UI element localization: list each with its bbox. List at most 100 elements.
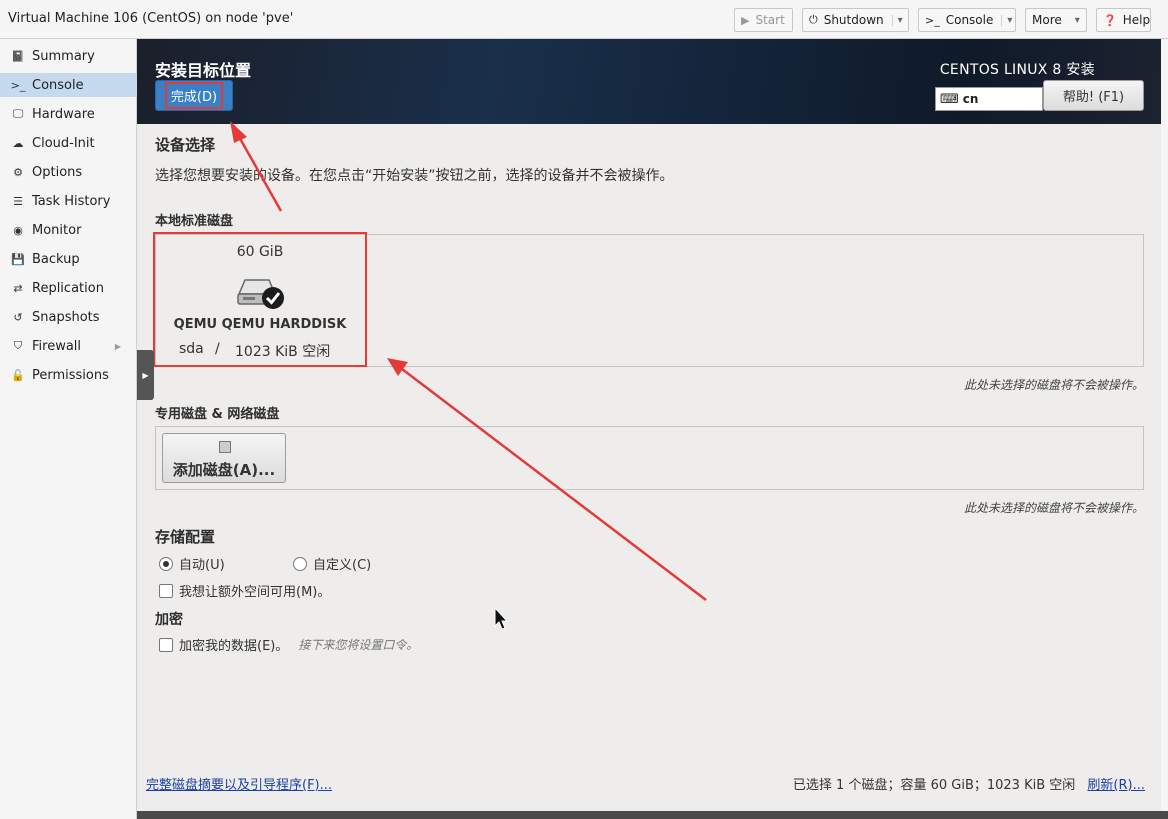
refresh-link[interactable]: 刷新(R)... xyxy=(1087,778,1145,793)
sidebar-item-label: Snapshots xyxy=(32,309,100,325)
product-title: CENTOS LINUX 8 安装 xyxy=(939,62,1095,78)
chevron-down-icon[interactable]: ▾ xyxy=(1001,14,1012,26)
sidebar-item-snapshots[interactable]: ↺ Snapshots xyxy=(0,305,137,329)
radio-unchecked[interactable] xyxy=(293,556,307,571)
console-bottom-bar xyxy=(137,811,1168,819)
storage-config-title: 存储配置 xyxy=(155,528,216,546)
sidebar-item-label: Permissions xyxy=(32,367,109,383)
start-label: Start xyxy=(755,13,785,27)
disk-size: 60 GiB xyxy=(236,244,284,260)
terminal-icon: >_ xyxy=(925,13,940,27)
extra-space-checkbox[interactable]: 我想让额外空间可用(M)。 xyxy=(159,581,330,600)
retweet-icon: ⇄ xyxy=(13,281,23,295)
unselected-disks-note-2: 此处未选择的磁盘将不会被操作。 xyxy=(963,501,1144,515)
sidebar-item-permissions[interactable]: 🔓 Permissions xyxy=(0,363,137,387)
shutdown-button[interactable]: ⏻ Shutdown ▾ xyxy=(802,8,909,32)
top-toolbar: Virtual Machine 106 (CentOS) on node 'pv… xyxy=(0,0,1168,39)
floppy-icon: 💾 xyxy=(11,252,25,266)
done-button-label: 完成(D) xyxy=(164,82,224,109)
keyboard-layout-indicator[interactable]: ⌨ cn xyxy=(935,87,1043,111)
sidebar-item-label: Task History xyxy=(32,193,111,209)
unlock-icon: 🔓 xyxy=(11,368,25,382)
gear-icon: ⚙ xyxy=(13,165,23,179)
local-disks-label: 本地标准磁盘 xyxy=(155,214,234,229)
unselected-disks-note: 此处未选择的磁盘将不会被操作。 xyxy=(963,378,1144,392)
auto-partition-radio[interactable]: 自动(U) xyxy=(159,554,225,573)
device-selection-desc: 选择您想要安装的设备。在您点击“开始安装”按钮之前，选择的设备并不会被操作。 xyxy=(155,168,674,184)
sidebar: 📓 Summary >_ Console 🖵 Hardware ☁ Cloud-… xyxy=(0,39,137,819)
radio-checked[interactable] xyxy=(159,556,173,571)
checkbox[interactable] xyxy=(159,637,173,652)
console-viewport[interactable]: 安装目标位置 完成(D) CENTOS LINUX 8 安装 ⌨ cn 帮助! … xyxy=(137,39,1161,811)
question-icon: ❓ xyxy=(1103,13,1117,27)
custom-partition-radio[interactable]: 自定义(C) xyxy=(293,554,371,573)
add-disk-label: 添加磁盘(A)... xyxy=(172,461,276,479)
more-button[interactable]: More ▾ xyxy=(1025,8,1087,32)
done-button[interactable]: 完成(D) xyxy=(155,80,233,111)
sidebar-item-hardware[interactable]: 🖵 Hardware xyxy=(0,102,137,126)
help-button[interactable]: ❓ Help xyxy=(1096,8,1151,32)
sidebar-item-label: Backup xyxy=(32,251,80,267)
chevron-down-icon[interactable]: ▾ xyxy=(891,14,903,26)
disk-free-space: 1023 KiB 空闲 xyxy=(235,344,331,360)
encrypt-hint: 接下来您将设置口令。 xyxy=(298,638,419,652)
window-title: Virtual Machine 106 (CentOS) on node 'pv… xyxy=(8,11,294,26)
sidebar-item-label: Firewall xyxy=(32,338,82,354)
sidebar-item-backup[interactable]: 💾 Backup xyxy=(0,247,137,271)
device-selection-title: 设备选择 xyxy=(155,136,216,154)
shutdown-label: Shutdown xyxy=(823,13,884,27)
keyboard-layout-label: cn xyxy=(962,92,979,106)
monitor-icon: 🖵 xyxy=(12,107,24,120)
auto-option-label: 自动(U) xyxy=(179,558,225,573)
installer-header: 安装目标位置 完成(D) CENTOS LINUX 8 安装 ⌨ cn 帮助! … xyxy=(137,39,1161,124)
sidebar-item-replication[interactable]: ⇄ Replication xyxy=(0,276,137,300)
play-icon: ▶ xyxy=(741,13,750,27)
installer-help-button[interactable]: 帮助! (F1) xyxy=(1043,80,1144,111)
terminal-icon: >_ xyxy=(10,78,26,92)
more-label: More xyxy=(1032,13,1062,27)
special-disks-label: 专用磁盘 & 网络磁盘 xyxy=(155,407,280,422)
disk-card-sda[interactable]: 60 GiB QEMU QEMU HARDDISK sda / 1023 KiB… xyxy=(153,232,367,367)
keyboard-icon: ⌨ xyxy=(940,91,959,107)
sidebar-item-cloud-init[interactable]: ☁ Cloud-Init xyxy=(0,131,137,155)
right-border xyxy=(1161,39,1168,819)
encrypt-label: 加密我的数据(E)。 xyxy=(179,639,289,654)
sidebar-item-firewall[interactable]: ⛉ Firewall ▶ xyxy=(0,334,137,358)
harddisk-selected-icon xyxy=(237,279,284,309)
console-button[interactable]: >_ Console ▾ xyxy=(918,8,1016,32)
sidebar-item-options[interactable]: ⚙ Options xyxy=(0,160,137,184)
sidebar-item-label: Hardware xyxy=(32,106,95,122)
encryption-title: 加密 xyxy=(155,612,183,628)
add-disk-button[interactable]: 添加磁盘(A)... xyxy=(162,433,286,483)
sidebar-item-label: Console xyxy=(32,77,84,93)
disk-summary-link[interactable]: 完整磁盘摘要以及引导程序(F)... xyxy=(146,774,332,793)
list-icon: ☰ xyxy=(13,194,23,208)
disk-name: QEMU QEMU HARDDISK xyxy=(173,317,347,332)
sidebar-item-console[interactable]: >_ Console xyxy=(0,73,137,97)
extra-space-label: 我想让额外空间可用(M)。 xyxy=(179,585,331,600)
disk-device: sda xyxy=(179,341,204,357)
sidebar-item-label: Options xyxy=(32,164,83,180)
selection-status-text: 已选择 1 个磁盘；容量 60 GiB；1023 KiB 空闲 xyxy=(792,778,1076,793)
page-title: 安装目标位置 xyxy=(155,61,252,80)
checkbox[interactable] xyxy=(159,583,173,598)
special-disks-panel xyxy=(155,426,1144,490)
disk-separator: / xyxy=(215,341,220,357)
chevron-right-icon: ▶ xyxy=(142,370,149,380)
sidebar-item-label: Replication xyxy=(32,280,104,296)
power-icon: ⏻ xyxy=(809,13,818,26)
sidebar-item-summary[interactable]: 📓 Summary xyxy=(0,44,137,68)
sidebar-item-label: Monitor xyxy=(32,222,82,238)
collapse-sidebar-handle[interactable]: ▶ xyxy=(137,350,154,400)
sidebar-item-monitor[interactable]: ◉ Monitor xyxy=(0,218,137,242)
start-button[interactable]: ▶ Start xyxy=(734,8,793,32)
sidebar-item-task-history[interactable]: ☰ Task History xyxy=(0,189,137,213)
encrypt-checkbox[interactable]: 加密我的数据(E)。 接下来您将设置口令。 xyxy=(159,635,418,654)
book-icon: 📓 xyxy=(11,49,25,63)
selection-status: 已选择 1 个磁盘；容量 60 GiB；1023 KiB 空闲 刷新(R)... xyxy=(793,774,1145,793)
disk-icon xyxy=(219,441,231,453)
eye-icon: ◉ xyxy=(13,223,23,237)
chevron-right-icon: ▶ xyxy=(114,341,121,351)
sidebar-item-label: Cloud-Init xyxy=(32,135,95,151)
custom-option-label: 自定义(C) xyxy=(313,558,372,573)
